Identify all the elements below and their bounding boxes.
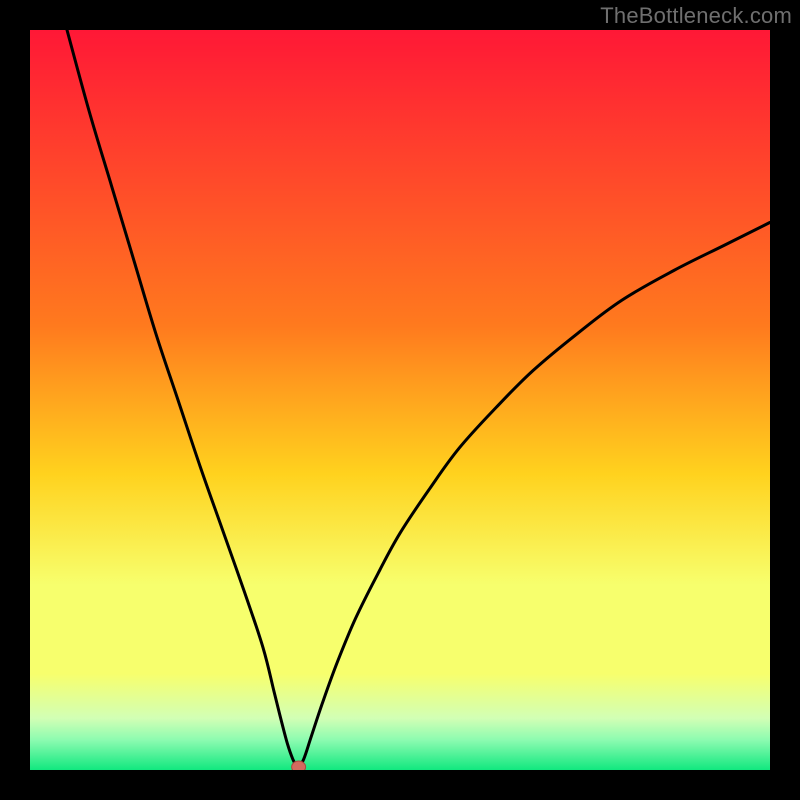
plot-area [30, 30, 770, 770]
gradient-background [30, 30, 770, 770]
watermark-text: TheBottleneck.com [600, 3, 792, 29]
chart-svg [30, 30, 770, 770]
optimum-marker [292, 761, 306, 770]
chart-container: TheBottleneck.com [0, 0, 800, 800]
